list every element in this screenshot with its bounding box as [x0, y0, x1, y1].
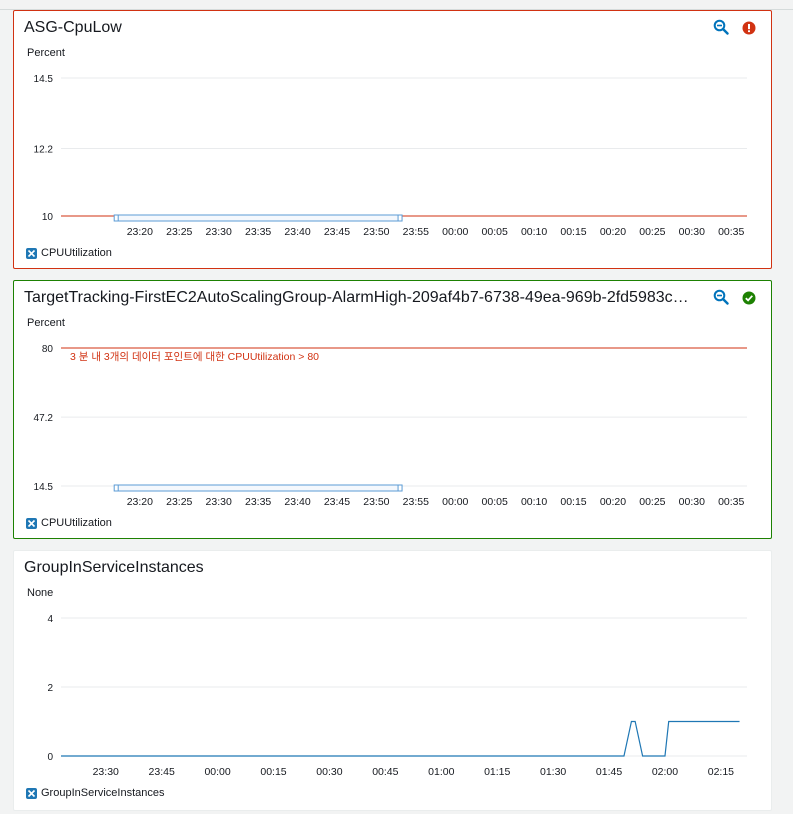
x-tick-label: 00:45: [372, 766, 398, 778]
x-tick-label: 00:00: [204, 766, 230, 778]
x-tick-label: 00:00: [442, 496, 468, 508]
x-tick-label: 00:15: [260, 766, 286, 778]
legend-toggle-icon[interactable]: [26, 787, 37, 799]
y-tick-label: 4: [47, 614, 53, 625]
legend-toggle-icon[interactable]: [26, 517, 37, 529]
x-tick-label: 02:00: [652, 766, 678, 778]
x-tick-label: 00:05: [482, 496, 508, 508]
x-tick-label: 00:15: [560, 226, 586, 238]
x-tick-label: 00:10: [521, 496, 547, 508]
series-range-bar: [115, 214, 401, 222]
threshold-label: 3 분 내 3개의 데이터 포인트에 대한 CPUUtilization > 8…: [70, 351, 319, 363]
x-tick-label: 00:10: [521, 226, 547, 238]
x-tick-label: 00:30: [679, 496, 705, 508]
chart-targettracking: 80 47.2 14.5 23:20 23:25 23:30 23:35 23:40 23:45…: [34, 344, 747, 508]
x-tick-label: 23:50: [363, 496, 389, 508]
legend-label: GroupInServiceInstances: [41, 787, 165, 799]
range-handle-right: [397, 214, 403, 222]
x-tick-label: 23:30: [206, 226, 232, 238]
x-tick-label: 00:00: [442, 226, 468, 238]
y-tick-label: 0: [47, 752, 53, 763]
y-tick-label: 14.5: [34, 74, 54, 85]
x-tick-label: 23:30: [206, 496, 232, 508]
x-tick-label: 00:30: [679, 226, 705, 238]
series-line: [61, 720, 740, 757]
y-tick-label: 14.5: [34, 482, 54, 493]
range-handle-right: [397, 484, 403, 492]
x-tick-label: 23:30: [93, 766, 119, 778]
legend-label: CPUUtilization: [41, 517, 112, 529]
x-tick-label: 23:50: [363, 226, 389, 238]
x-tick-label: 00:35: [718, 226, 744, 238]
y-tick-label: 2: [47, 683, 53, 694]
x-tick-label: 23:55: [403, 226, 429, 238]
x-tick-label: 23:45: [324, 496, 350, 508]
widget-groupinserviceinstances: GroupInServiceInstances None 4 2 0 23:30 23:…: [13, 550, 772, 811]
x-tick-label: 23:35: [245, 496, 271, 508]
widget-asg-cpulow: ASG-CpuLow Percent 14.5 12.2 10 23:20 23:25 2…: [13, 10, 772, 269]
x-tick-label: 23:45: [324, 226, 350, 238]
y-tick-label: 80: [42, 344, 54, 355]
chart-asg-cpulow: 14.5 12.2 10 23:20 23:25 23:30 23:35 23:40 23:45…: [34, 74, 747, 238]
range-handle-left: [113, 484, 119, 492]
x-tick-label: 23:55: [403, 496, 429, 508]
x-tick-label: 01:00: [428, 766, 454, 778]
legend-item[interactable]: GroupInServiceInstances: [26, 786, 165, 800]
x-tick-label: 02:15: [708, 766, 734, 778]
x-tick-label: 00:20: [600, 496, 626, 508]
y-tick-label: 12.2: [34, 145, 54, 156]
x-tick-label: 23:40: [284, 226, 310, 238]
x-tick-label: 00:35: [718, 496, 744, 508]
x-tick-label: 00:15: [560, 496, 586, 508]
legend-item[interactable]: CPUUtilization: [26, 516, 112, 530]
range-handle-left: [113, 214, 119, 222]
series-range-bar: [115, 484, 401, 492]
legend-label: CPUUtilization: [41, 247, 112, 259]
top-strip: [0, 0, 793, 10]
x-tick-label: 23:40: [284, 496, 310, 508]
x-tick-label: 01:45: [596, 766, 622, 778]
x-tick-label: 01:15: [484, 766, 510, 778]
x-tick-label: 23:45: [149, 766, 175, 778]
legend-item[interactable]: CPUUtilization: [26, 246, 112, 260]
x-tick-label: 23:20: [127, 226, 153, 238]
x-tick-label: 23:20: [127, 496, 153, 508]
x-tick-label: 23:25: [166, 226, 192, 238]
x-tick-label: 23:35: [245, 226, 271, 238]
x-tick-label: 00:25: [639, 226, 665, 238]
x-tick-label: 01:30: [540, 766, 566, 778]
x-tick-label: 00:25: [639, 496, 665, 508]
x-tick-label: 00:30: [316, 766, 342, 778]
y-tick-label: 47.2: [34, 413, 54, 424]
x-tick-label: 00:05: [482, 226, 508, 238]
legend-toggle-icon[interactable]: [26, 247, 37, 259]
widget-targettracking-alarm-high: TargetTracking-FirstEC2AutoScalingGroup-…: [13, 280, 772, 539]
x-tick-label: 00:20: [600, 226, 626, 238]
y-tick-label: 10: [42, 212, 54, 223]
x-tick-label: 23:25: [166, 496, 192, 508]
chart-groupinserviceinstances: 4 2 0 23:30 23:45 00:00 00:15 00:30 00:45 01:00 01…: [47, 614, 747, 778]
